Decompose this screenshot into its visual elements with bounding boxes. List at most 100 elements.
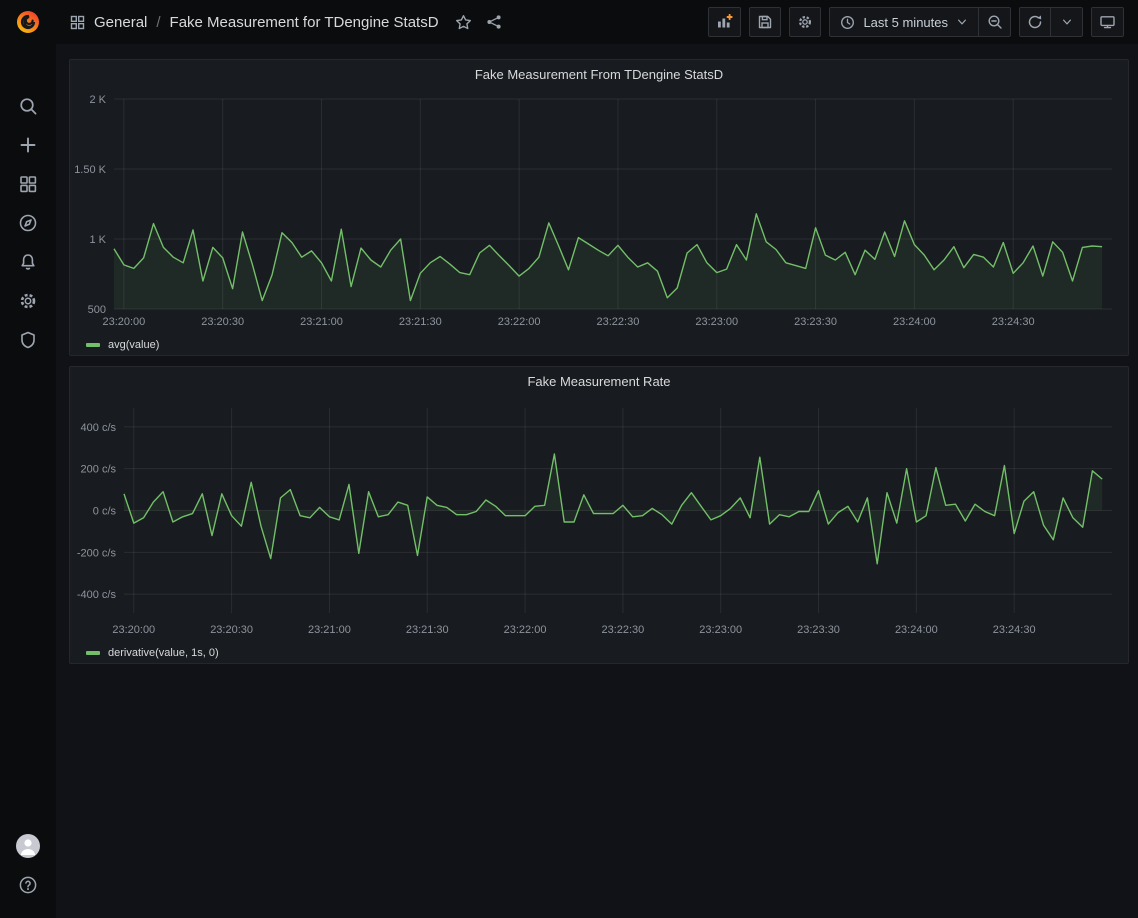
refresh-controls bbox=[1019, 7, 1083, 37]
sidebar bbox=[0, 0, 56, 918]
legend-series-label[interactable]: derivative(value, 1s, 0) bbox=[108, 647, 219, 659]
share-button[interactable] bbox=[486, 14, 502, 30]
breadcrumb-separator: / bbox=[156, 14, 160, 31]
svg-text:23:23:30: 23:23:30 bbox=[797, 624, 840, 636]
time-range-picker[interactable]: Last 5 minutes bbox=[829, 7, 979, 37]
svg-text:23:22:30: 23:22:30 bbox=[601, 624, 644, 636]
dashboards-grid-icon bbox=[18, 174, 38, 194]
svg-text:-400 c/s: -400 c/s bbox=[77, 589, 117, 601]
chart-svg: 500 1 K 1.50 K 2 K 23:20:00 23:20:30 23:21:00 2… bbox=[70, 88, 1128, 333]
shield-icon bbox=[18, 330, 38, 350]
dashboard-canvas: Fake Measurement From TDengine StatsD 50… bbox=[56, 44, 1138, 918]
svg-text:23:21:30: 23:21:30 bbox=[406, 624, 449, 636]
panel-fake-measurement: Fake Measurement From TDengine StatsD 50… bbox=[69, 59, 1129, 356]
time-range-label: Last 5 minutes bbox=[863, 15, 948, 30]
sidebar-item-explore[interactable] bbox=[0, 203, 56, 242]
sidebar-item-create[interactable] bbox=[0, 125, 56, 164]
svg-text:1.50 K: 1.50 K bbox=[74, 164, 106, 176]
dashboard-settings-button[interactable] bbox=[789, 7, 821, 37]
title-actions bbox=[455, 14, 502, 31]
chart-svg: -400 c/s -200 c/s 0 c/s 200 c/s 400 c/s 23:20… bbox=[70, 395, 1128, 641]
star-icon bbox=[455, 14, 472, 31]
svg-text:23:22:30: 23:22:30 bbox=[597, 316, 640, 328]
legend-swatch[interactable] bbox=[86, 651, 100, 655]
svg-text:23:24:30: 23:24:30 bbox=[992, 316, 1035, 328]
svg-text:23:20:30: 23:20:30 bbox=[201, 316, 244, 328]
sidebar-item-server-admin[interactable] bbox=[0, 320, 56, 359]
compass-icon bbox=[18, 213, 38, 233]
svg-text:23:22:00: 23:22:00 bbox=[498, 316, 541, 328]
legend-series-label[interactable]: avg(value) bbox=[108, 339, 159, 351]
sidebar-item-configuration[interactable] bbox=[0, 281, 56, 320]
chevron-down-icon bbox=[1061, 16, 1073, 28]
save-dashboard-button[interactable] bbox=[749, 7, 781, 37]
svg-text:500: 500 bbox=[88, 304, 106, 316]
kiosk-mode-button[interactable] bbox=[1091, 7, 1124, 37]
share-icon bbox=[486, 14, 502, 30]
monitor-icon bbox=[1099, 14, 1116, 30]
svg-text:200 c/s: 200 c/s bbox=[81, 464, 117, 476]
svg-text:23:20:30: 23:20:30 bbox=[210, 624, 253, 636]
refresh-button[interactable] bbox=[1019, 7, 1051, 37]
sidebar-nav bbox=[0, 86, 56, 359]
help-question-icon bbox=[18, 875, 38, 895]
svg-text:23:23:00: 23:23:00 bbox=[699, 624, 742, 636]
topbar-actions: Last 5 minutes bbox=[708, 7, 1124, 37]
settings-gear-icon bbox=[797, 14, 813, 30]
breadcrumb-apps-icon bbox=[70, 15, 85, 30]
add-panel-icon bbox=[716, 14, 733, 30]
svg-text:2 K: 2 K bbox=[89, 94, 106, 106]
svg-text:0 c/s: 0 c/s bbox=[93, 506, 117, 518]
sidebar-bottom bbox=[0, 826, 56, 904]
avatar bbox=[16, 834, 40, 858]
save-icon bbox=[757, 14, 773, 30]
person-icon bbox=[16, 834, 40, 858]
svg-text:23:24:30: 23:24:30 bbox=[993, 624, 1036, 636]
svg-text:23:20:00: 23:20:00 bbox=[102, 316, 145, 328]
chart-legend: derivative(value, 1s, 0) bbox=[70, 641, 1128, 665]
panel-fake-measurement-rate: Fake Measurement Rate -400 c/s -200 c/s 0 … bbox=[69, 366, 1129, 664]
zoom-out-button[interactable] bbox=[979, 7, 1011, 37]
grafana-logo[interactable] bbox=[14, 0, 42, 44]
panel-title[interactable]: Fake Measurement From TDengine StatsD bbox=[70, 60, 1128, 88]
grafana-flame-icon bbox=[14, 8, 42, 36]
svg-text:-200 c/s: -200 c/s bbox=[77, 547, 117, 559]
breadcrumb: General / Fake Measurement for TDengine … bbox=[70, 14, 439, 31]
breadcrumb-folder[interactable]: General bbox=[94, 14, 147, 31]
svg-text:23:21:00: 23:21:00 bbox=[308, 624, 351, 636]
chevron-down-icon bbox=[956, 16, 968, 28]
svg-text:23:21:30: 23:21:30 bbox=[399, 316, 442, 328]
svg-text:23:24:00: 23:24:00 bbox=[895, 624, 938, 636]
panel-title[interactable]: Fake Measurement Rate bbox=[70, 367, 1128, 395]
sidebar-item-alerting[interactable] bbox=[0, 242, 56, 281]
search-icon bbox=[18, 96, 38, 116]
zoom-out-icon bbox=[987, 14, 1003, 30]
sidebar-item-dashboards[interactable] bbox=[0, 164, 56, 203]
timeseries-chart[interactable]: 500 1 K 1.50 K 2 K 23:20:00 23:20:30 23:21:00 2… bbox=[70, 88, 1128, 333]
sidebar-item-search[interactable] bbox=[0, 86, 56, 125]
main-area: General / Fake Measurement for TDengine … bbox=[56, 0, 1138, 918]
refresh-interval-caret[interactable] bbox=[1051, 7, 1083, 37]
svg-text:23:23:30: 23:23:30 bbox=[794, 316, 837, 328]
plus-icon bbox=[18, 135, 38, 155]
clock-icon bbox=[840, 15, 855, 30]
chart-legend: avg(value) bbox=[70, 333, 1128, 357]
star-button[interactable] bbox=[455, 14, 472, 31]
svg-text:23:21:00: 23:21:00 bbox=[300, 316, 343, 328]
timeseries-chart[interactable]: -400 c/s -200 c/s 0 c/s 200 c/s 400 c/s 23:20… bbox=[70, 395, 1128, 641]
svg-text:23:20:00: 23:20:00 bbox=[112, 624, 155, 636]
svg-text:23:22:00: 23:22:00 bbox=[504, 624, 547, 636]
sidebar-item-profile[interactable] bbox=[0, 826, 56, 865]
sidebar-item-help[interactable] bbox=[0, 865, 56, 904]
svg-text:1 K: 1 K bbox=[89, 234, 106, 246]
gear-icon bbox=[18, 291, 38, 311]
add-panel-button[interactable] bbox=[708, 7, 741, 37]
legend-swatch[interactable] bbox=[86, 343, 100, 347]
app-root: General / Fake Measurement for TDengine … bbox=[0, 0, 1138, 918]
time-controls: Last 5 minutes bbox=[829, 7, 1011, 37]
topbar: General / Fake Measurement for TDengine … bbox=[56, 0, 1138, 44]
svg-text:400 c/s: 400 c/s bbox=[81, 422, 117, 434]
bell-icon bbox=[18, 252, 38, 272]
svg-text:23:23:00: 23:23:00 bbox=[695, 316, 738, 328]
breadcrumb-dashboard-title[interactable]: Fake Measurement for TDengine StatsD bbox=[170, 14, 439, 31]
